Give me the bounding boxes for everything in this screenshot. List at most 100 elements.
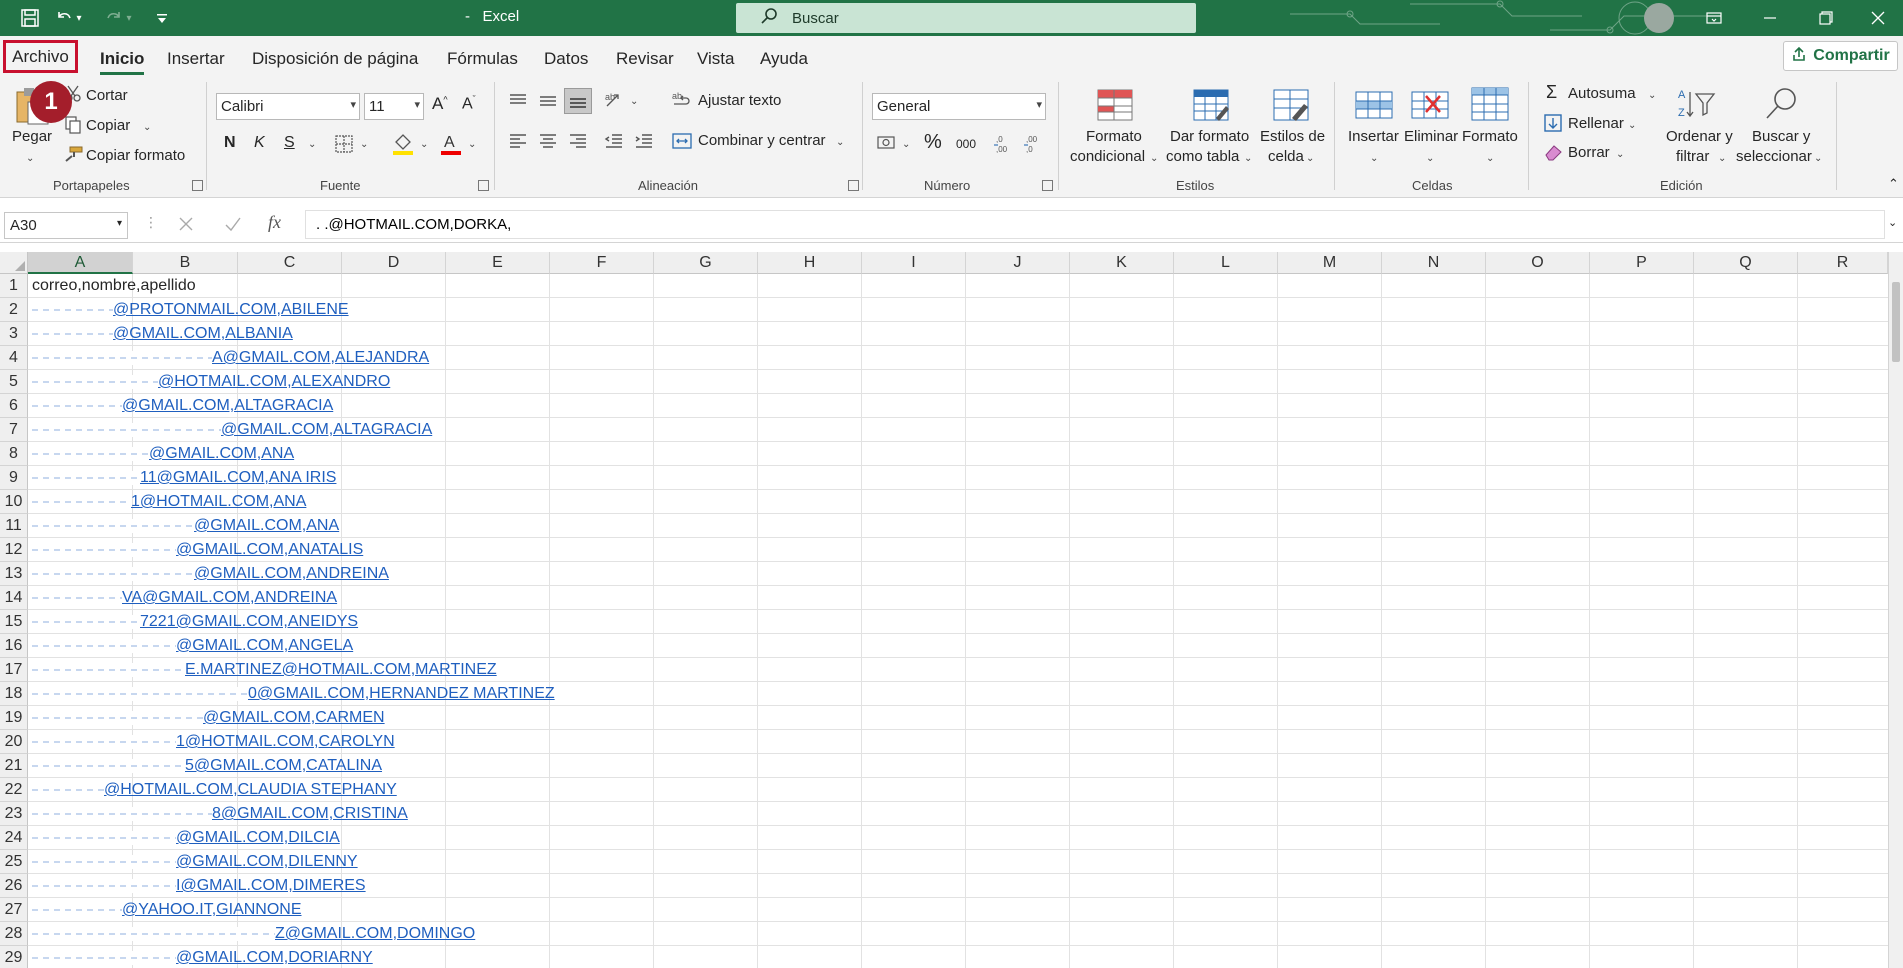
- row-header[interactable]: 2: [0, 298, 28, 322]
- cancel-entry-icon[interactable]: [178, 216, 194, 232]
- accounting-format-icon[interactable]: [876, 134, 898, 152]
- fill-dropdown-icon[interactable]: ⌄: [1628, 115, 1636, 132]
- column-header-b[interactable]: B: [133, 252, 238, 274]
- eraser-icon[interactable]: [1544, 143, 1564, 161]
- cell-a11[interactable]: @GMAIL.COM,ANA: [32, 514, 339, 538]
- cell-a20[interactable]: 1@HOTMAIL.COM,CAROLYN: [32, 730, 395, 754]
- fill-color-icon[interactable]: [392, 132, 414, 156]
- decrease-font-icon[interactable]: Aˇ: [462, 94, 476, 113]
- align-bottom-icon[interactable]: [564, 88, 592, 114]
- cell-a25[interactable]: @GMAIL.COM,DILENNY: [32, 850, 358, 874]
- orientation-dropdown-icon[interactable]: ⌄: [630, 91, 638, 108]
- find-select-label-1[interactable]: Buscar y: [1752, 128, 1810, 145]
- row-header[interactable]: 17: [0, 658, 28, 682]
- borders-dropdown-icon[interactable]: ⌄: [360, 134, 368, 151]
- cell-a5[interactable]: @HOTMAIL.COM,ALEXANDRO: [32, 370, 390, 394]
- save-icon[interactable]: [18, 6, 42, 30]
- underline-dropdown-icon[interactable]: ⌄: [308, 134, 316, 151]
- font-color-dropdown-icon[interactable]: ⌄: [468, 134, 476, 151]
- find-select-dropdown-icon[interactable]: ⌄: [1814, 148, 1822, 165]
- conditional-format-label-2[interactable]: condicional: [1070, 148, 1145, 165]
- column-header-g[interactable]: G: [654, 252, 758, 274]
- cell-styles-dropdown-icon[interactable]: ⌄: [1306, 148, 1314, 165]
- cell-a1[interactable]: correo,nombre,apellido: [32, 274, 196, 298]
- column-header-r[interactable]: R: [1798, 252, 1888, 274]
- borders-icon[interactable]: [334, 134, 354, 154]
- fill-down-icon[interactable]: [1544, 114, 1562, 132]
- tab-inicio[interactable]: Inicio: [100, 49, 145, 75]
- row-header[interactable]: 5: [0, 370, 28, 394]
- cell-styles-icon[interactable]: [1272, 88, 1310, 122]
- column-header-h[interactable]: H: [758, 252, 862, 274]
- column-header-l[interactable]: L: [1174, 252, 1278, 274]
- clear-dropdown-icon[interactable]: ⌄: [1616, 144, 1624, 161]
- row-header[interactable]: 26: [0, 874, 28, 898]
- column-header-k[interactable]: K: [1070, 252, 1174, 274]
- row-header[interactable]: 16: [0, 634, 28, 658]
- row-header[interactable]: 11: [0, 514, 28, 538]
- clipboard-launcher-icon[interactable]: [192, 180, 203, 191]
- cell-a4[interactable]: A@GMAIL.COM,ALEJANDRA: [32, 346, 429, 370]
- font-name-select[interactable]: Calibri ▾: [216, 93, 360, 120]
- row-header[interactable]: 21: [0, 754, 28, 778]
- search-box[interactable]: Buscar: [736, 3, 1196, 33]
- restore-icon[interactable]: [1798, 0, 1854, 36]
- fill-label[interactable]: Rellenar: [1568, 115, 1624, 132]
- paste-dropdown-icon[interactable]: ⌄: [26, 148, 34, 165]
- row-header[interactable]: 18: [0, 682, 28, 706]
- wrap-text-icon[interactable]: ab: [672, 90, 692, 110]
- decrease-indent-icon[interactable]: [604, 132, 624, 150]
- row-header[interactable]: 24: [0, 826, 28, 850]
- ribbon-display-icon[interactable]: [1686, 0, 1742, 36]
- column-header-n[interactable]: N: [1382, 252, 1486, 274]
- redo-dropdown-icon[interactable]: ▾: [122, 6, 136, 30]
- format-cells-icon[interactable]: [1470, 86, 1510, 122]
- customize-toolbar-icon[interactable]: [150, 6, 174, 30]
- cell-a29[interactable]: @GMAIL.COM,DORIARNY: [32, 946, 373, 968]
- increase-decimal-icon[interactable]: ,0,00: [992, 132, 1016, 154]
- align-left-icon[interactable]: [508, 132, 528, 150]
- cell-a26[interactable]: I@GMAIL.COM,DIMERES: [32, 874, 366, 898]
- format-as-table-label-2[interactable]: como tabla: [1166, 148, 1239, 165]
- paste-label[interactable]: Pegar: [12, 128, 52, 145]
- sort-filter-icon[interactable]: AZ: [1676, 86, 1716, 122]
- cell-a2[interactable]: @PROTONMAIL.COM,ABILENE: [32, 298, 349, 322]
- column-header-q[interactable]: Q: [1694, 252, 1798, 274]
- column-header-p[interactable]: P: [1590, 252, 1694, 274]
- font-launcher-icon[interactable]: [478, 180, 489, 191]
- tab-vista[interactable]: Vista: [697, 49, 735, 69]
- cell-a3[interactable]: @GMAIL.COM,ALBANIA: [32, 322, 293, 346]
- tab-revisar[interactable]: Revisar: [616, 49, 674, 69]
- tab-insertar[interactable]: Insertar: [167, 49, 225, 69]
- format-painter-label[interactable]: Copiar formato: [86, 147, 185, 164]
- delete-dropdown-icon[interactable]: ⌄: [1426, 148, 1434, 165]
- row-header[interactable]: 8: [0, 442, 28, 466]
- worksheet-grid[interactable]: ABCDEFGHIJKLMNOPQR 1 correo,nombre,apelli…: [0, 252, 1903, 968]
- column-header-e[interactable]: E: [446, 252, 550, 274]
- row-header[interactable]: 14: [0, 586, 28, 610]
- autosum-label[interactable]: Autosuma: [1568, 85, 1636, 102]
- row-header[interactable]: 23: [0, 802, 28, 826]
- tab-datos[interactable]: Datos: [544, 49, 588, 69]
- percent-button[interactable]: %: [924, 131, 942, 154]
- collapse-ribbon-icon[interactable]: ⌃: [1888, 176, 1899, 192]
- copy-icon[interactable]: [64, 116, 82, 134]
- row-header[interactable]: 15: [0, 610, 28, 634]
- cell-a18[interactable]: 0@GMAIL.COM,HERNANDEZ MARTINEZ: [32, 682, 555, 706]
- tab-formulas[interactable]: Fórmulas: [447, 49, 518, 69]
- conditional-format-icon[interactable]: [1096, 88, 1134, 122]
- bold-button[interactable]: N: [224, 134, 236, 152]
- row-header[interactable]: 13: [0, 562, 28, 586]
- italic-button[interactable]: K: [254, 134, 265, 152]
- cell-a27[interactable]: @YAHOO.IT,GIANNONE: [32, 898, 302, 922]
- conditional-format-label-1[interactable]: Formato: [1086, 128, 1142, 145]
- expand-formula-icon[interactable]: ⌄: [1888, 216, 1897, 229]
- cell-a10[interactable]: 1@HOTMAIL.COM,ANA: [32, 490, 306, 514]
- column-header-d[interactable]: D: [342, 252, 446, 274]
- close-icon[interactable]: [1850, 0, 1903, 36]
- column-header-o[interactable]: O: [1486, 252, 1590, 274]
- format-cells-label[interactable]: Formato: [1462, 128, 1518, 145]
- clear-label[interactable]: Borrar: [1568, 144, 1610, 161]
- align-top-icon[interactable]: [508, 92, 528, 110]
- number-format-select[interactable]: General ▾: [872, 93, 1046, 120]
